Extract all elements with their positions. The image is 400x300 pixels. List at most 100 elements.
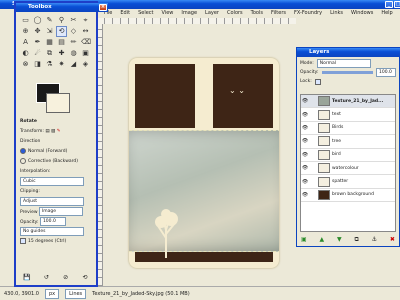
- direction-normal-radio[interactable]: Normal (Forward): [20, 147, 92, 157]
- layer-controls: Mode: Normal Opacity: 100.0 Lock:: [300, 59, 396, 86]
- tool-22-icon[interactable]: ◍: [68, 48, 79, 59]
- menu-item-windows[interactable]: Windows: [351, 9, 373, 17]
- visibility-eye-icon[interactable]: 👁: [301, 112, 309, 118]
- interpolation-select[interactable]: Cubic: [20, 177, 84, 186]
- tool-2-icon[interactable]: ✎: [44, 15, 55, 26]
- menu-item-colors[interactable]: Colors: [227, 9, 243, 17]
- layer-opacity-input[interactable]: 100.0: [376, 68, 396, 77]
- delete-layer-icon[interactable]: ✖: [390, 236, 395, 244]
- menu-item-edit[interactable]: Edit: [120, 9, 130, 17]
- opacity-input[interactable]: 100.0: [39, 217, 66, 226]
- tool-10-icon[interactable]: ◇: [68, 26, 79, 37]
- menu-item-fx-foundry[interactable]: FX-Foundry: [294, 9, 322, 17]
- tool-12-icon[interactable]: A: [20, 37, 31, 48]
- menu-item-image[interactable]: Image: [181, 9, 197, 17]
- tool-9-icon[interactable]: ⟲: [56, 26, 67, 37]
- tool-29-icon[interactable]: ◈: [80, 59, 91, 70]
- tool-15-icon[interactable]: ▤: [56, 37, 67, 48]
- layer-name: Birds: [332, 125, 344, 131]
- save-options-icon[interactable]: 💾: [22, 274, 32, 282]
- visibility-eye-icon[interactable]: 👁: [301, 179, 309, 185]
- menu-item-layer[interactable]: Layer: [205, 9, 219, 17]
- layer-row[interactable]: 👁 text: [301, 108, 395, 122]
- layer-thumbnail: [318, 176, 330, 187]
- image-canvas[interactable]: ⌄ ⌄: [103, 24, 296, 286]
- menu-item-select[interactable]: Select: [138, 9, 153, 17]
- tool-28-icon[interactable]: ◢: [68, 59, 79, 70]
- duplicate-layer-icon[interactable]: ⧉: [355, 236, 359, 244]
- tool-16-icon[interactable]: ✏: [68, 37, 79, 48]
- transform-layer-icon[interactable]: ▤: [45, 129, 49, 134]
- tool-27-icon[interactable]: ✷: [56, 59, 67, 70]
- raise-layer-icon[interactable]: ▲: [320, 236, 325, 244]
- tool-6-icon[interactable]: ⊕: [20, 26, 31, 37]
- guides-select[interactable]: No guides: [20, 227, 84, 236]
- tool-14-icon[interactable]: ▦: [44, 37, 55, 48]
- clipping-select[interactable]: Adjust: [20, 197, 84, 206]
- menu-bar: File Edit Select View Image Layer Colors Tools F…: [96, 9, 400, 17]
- lock-pixels-checkbox[interactable]: [314, 78, 321, 85]
- toolbox-title-bar[interactable]: Toolbox ×: [16, 3, 108, 12]
- menu-item-filters[interactable]: Filters: [271, 9, 286, 17]
- layer-row[interactable]: 👁 Birds: [301, 122, 395, 136]
- layers-title-bar[interactable]: Layers ×: [297, 48, 400, 57]
- lower-layer-icon[interactable]: ▼: [337, 236, 342, 244]
- tool-21-icon[interactable]: ✚: [56, 48, 67, 59]
- zoom-selector[interactable]: Lines: [65, 288, 87, 299]
- minimize-button[interactable]: _: [385, 1, 393, 8]
- layer-row[interactable]: 👁 watercolour: [301, 162, 395, 176]
- tool-7-icon[interactable]: ✥: [32, 26, 43, 37]
- preview-select[interactable]: Image: [38, 207, 83, 216]
- tool-18-icon[interactable]: ◐: [20, 48, 31, 59]
- restore-options-icon[interactable]: ↺: [41, 274, 51, 282]
- layer-opacity-slider[interactable]: [321, 71, 373, 74]
- tool-23-icon[interactable]: ▣: [80, 48, 91, 59]
- tool-3-icon[interactable]: ⚲: [56, 15, 67, 26]
- mode-select[interactable]: Normal: [316, 59, 371, 68]
- lock-label: Lock:: [300, 79, 312, 84]
- unit-selector[interactable]: px: [45, 288, 60, 299]
- background-color-swatch[interactable]: [46, 93, 70, 113]
- tool-11-icon[interactable]: ↔: [80, 26, 91, 37]
- transform-path-icon[interactable]: ✎: [57, 129, 61, 134]
- layer-row[interactable]: 👁 Texture_21_by_Jad...: [301, 95, 395, 109]
- transform-selection-icon[interactable]: ▧: [51, 129, 55, 134]
- tool-20-icon[interactable]: ⧉: [44, 48, 55, 59]
- visibility-eye-icon[interactable]: 👁: [301, 165, 309, 171]
- menu-item-view[interactable]: View: [162, 9, 174, 17]
- visibility-eye-icon[interactable]: 👁: [301, 138, 309, 144]
- toolbox-close-button[interactable]: ×: [99, 4, 107, 11]
- direction-corrective-radio[interactable]: Corrective (Backward): [20, 157, 92, 167]
- fifteen-degree-checkbox[interactable]: 15 degrees (Ctrl): [20, 237, 92, 247]
- reset-options-icon[interactable]: ⟲: [80, 274, 90, 282]
- color-selector[interactable]: [36, 83, 76, 113]
- tool-24-icon[interactable]: ⊗: [20, 59, 31, 70]
- visibility-eye-icon[interactable]: 👁: [301, 98, 309, 104]
- tool-5-icon[interactable]: ⌖: [80, 15, 91, 26]
- menu-item-links[interactable]: Links: [330, 9, 343, 17]
- menu-item-help[interactable]: Help: [381, 9, 392, 17]
- tool-8-icon[interactable]: ⇲: [44, 26, 55, 37]
- layer-name: Texture_21_by_Jad...: [332, 98, 384, 104]
- layer-row[interactable]: 👁 spatter: [301, 175, 395, 189]
- tool-19-icon[interactable]: ☄: [32, 48, 43, 59]
- maximize-button[interactable]: □: [394, 1, 400, 8]
- tool-4-icon[interactable]: ✂: [68, 15, 79, 26]
- visibility-eye-icon[interactable]: 👁: [301, 152, 309, 158]
- tool-13-icon[interactable]: ✒: [32, 37, 43, 48]
- tool-26-icon[interactable]: ⚗: [44, 59, 55, 70]
- layer-row[interactable]: 👁 bird: [301, 149, 395, 162]
- layer-row[interactable]: 👁 tree: [301, 135, 395, 149]
- visibility-eye-icon[interactable]: 👁: [301, 125, 309, 131]
- new-layer-icon[interactable]: ▣: [301, 236, 307, 244]
- menu-item-tools[interactable]: Tools: [251, 9, 263, 17]
- delete-options-icon[interactable]: ⊘: [61, 274, 71, 282]
- tool-17-icon[interactable]: ⌫: [80, 37, 91, 48]
- tool-1-icon[interactable]: ◯: [32, 15, 43, 26]
- tool-0-icon[interactable]: ▭: [20, 15, 31, 26]
- layer-row[interactable]: 👁 brown background: [301, 189, 395, 203]
- anchor-layer-icon[interactable]: ⚓: [372, 236, 377, 244]
- tool-25-icon[interactable]: ◨: [32, 59, 43, 70]
- visibility-eye-icon[interactable]: 👁: [301, 192, 309, 198]
- layer-thumbnail: [318, 109, 330, 120]
